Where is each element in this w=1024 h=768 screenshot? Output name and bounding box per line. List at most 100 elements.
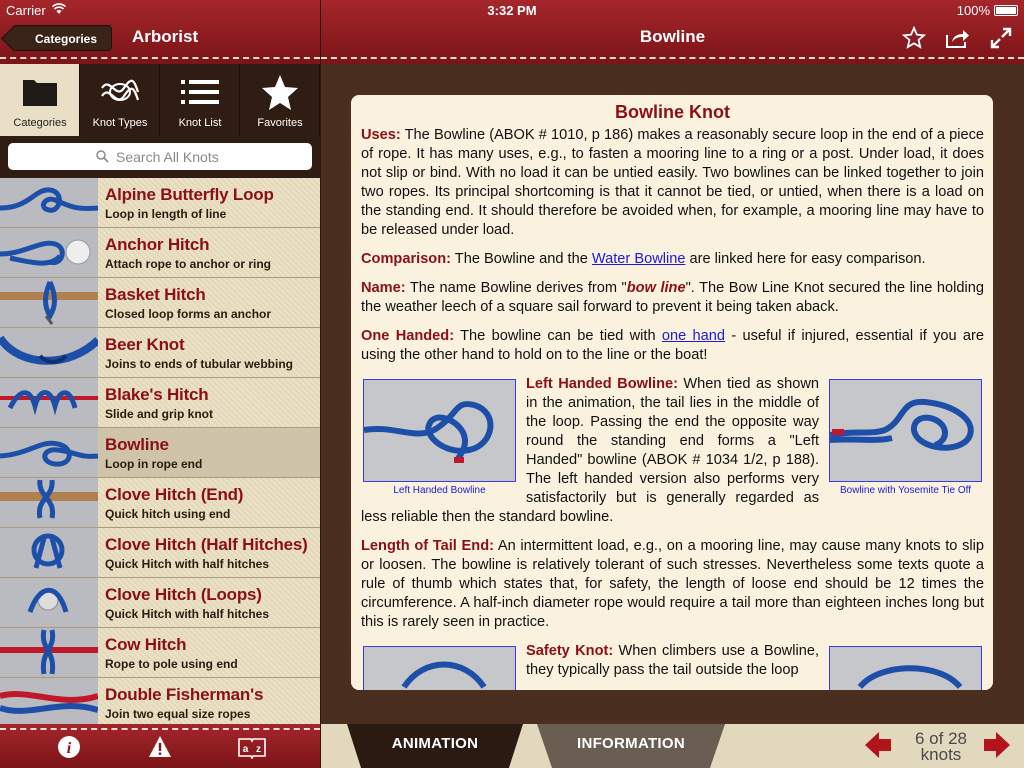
- bottom-left-toolbar: i az: [0, 724, 320, 768]
- one-handed-label: One Handed:: [361, 328, 455, 344]
- water-bowline-link[interactable]: Water Bowline: [592, 251, 686, 267]
- animation-tab[interactable]: ANIMATION: [347, 724, 523, 768]
- left-nav-title: Arborist: [132, 27, 199, 46]
- one-handed-paragraph: One Handed: The bowline can be tied with…: [361, 327, 984, 365]
- left-handed-bowline-figure[interactable]: Left Handed Bowline: [363, 379, 516, 497]
- comparison-paragraph: Comparison: The Bowline and the Water Bo…: [361, 250, 984, 269]
- info-icon[interactable]: i: [57, 735, 81, 759]
- knot-list-item[interactable]: Clove Hitch (Loops) Quick Hitch with half…: [0, 578, 320, 628]
- knot-heading: Bowline Knot: [615, 102, 730, 122]
- knot-thumbnail: [0, 428, 98, 477]
- left-handed-label: Left Handed Bowline:: [526, 376, 678, 392]
- yosemite-bowline-figure[interactable]: Bowline with Yosemite Tie Off: [829, 379, 982, 497]
- safety-knot-figure[interactable]: [363, 646, 516, 690]
- knot-list-item[interactable]: Alpine Butterfly Loop Loop in length of l…: [0, 178, 320, 228]
- knot-list-item[interactable]: Beer Knot Joins to ends of tubular webbin…: [0, 328, 320, 378]
- name-label: Name:: [361, 280, 406, 296]
- svg-text:a: a: [243, 744, 249, 755]
- name-paragraph: Name: The name Bowline derives from "bow…: [361, 279, 984, 317]
- tab-label: Knot Types: [92, 117, 148, 129]
- knot-subtitle: Quick Hitch with half hitches: [105, 557, 270, 571]
- tab-label: Categories: [13, 117, 67, 129]
- knot-list-item[interactable]: Blake's Hitch Slide and grip knot: [0, 378, 320, 428]
- bottom-right-toolbar: ANIMATION INFORMATION 6 of 28 knots: [321, 724, 1024, 768]
- knot-thumbnail: [0, 678, 98, 724]
- search-icon: [96, 150, 109, 163]
- comparison-label: Comparison:: [361, 251, 451, 267]
- tab-favorites[interactable]: Favorites: [240, 64, 320, 136]
- previous-arrow-icon[interactable]: [865, 730, 891, 760]
- comparison-text-end: are linked here for easy comparison.: [685, 251, 926, 267]
- knot-list-item[interactable]: Bowline Loop in rope end: [0, 428, 320, 478]
- uses-label: Uses:: [361, 127, 401, 143]
- knot-subtitle: Quick Hitch with half hitches: [105, 607, 270, 621]
- figure-caption: Bowline with Yosemite Tie Off: [840, 485, 971, 496]
- knot-subtitle: Loop in length of line: [105, 207, 227, 221]
- tail-length-paragraph: Length of Tail End: An intermittent load…: [361, 537, 984, 632]
- one-hand-link[interactable]: one hand: [662, 328, 725, 344]
- knot-title: Bowline: [105, 435, 169, 454]
- knot-title: Clove Hitch (Loops): [105, 585, 262, 604]
- pane-divider: [320, 0, 321, 768]
- favorite-star-icon[interactable]: [901, 26, 927, 50]
- knot-list: Alpine Butterfly Loop Loop in length of l…: [0, 178, 320, 724]
- knot-title: Double Fisherman's: [105, 685, 264, 704]
- tail-length-label: Length of Tail End:: [361, 538, 494, 554]
- knot-list-item[interactable]: Clove Hitch (End) Quick hitch using end: [0, 478, 320, 528]
- knot-icon: [101, 79, 140, 101]
- name-emphasis: bow line: [626, 280, 686, 296]
- knot-list-item[interactable]: Double Fisherman's Join two equal size ro…: [0, 678, 320, 724]
- tab-knot-types[interactable]: Knot Types: [80, 64, 160, 136]
- safety-knot-photo-right: [829, 646, 982, 690]
- star-icon: [262, 75, 298, 110]
- tab-label: Knot List: [178, 117, 222, 129]
- search-bar[interactable]: [8, 143, 312, 170]
- knot-list-item[interactable]: Cow Hitch Rope to pole using end: [0, 628, 320, 678]
- knot-subtitle: Quick hitch using end: [105, 507, 231, 521]
- svg-text:i: i: [67, 740, 72, 757]
- one-handed-text: The bowline can be tied with: [454, 328, 662, 344]
- information-tab[interactable]: INFORMATION: [537, 724, 725, 768]
- list-icon: [181, 80, 219, 104]
- knot-thumbnail: [0, 178, 98, 227]
- safety-knot-label: Safety Knot:: [526, 643, 614, 659]
- categories-back-button[interactable]: Categories: [12, 25, 113, 51]
- knot-thumbnail: [0, 478, 98, 527]
- knot-list-item[interactable]: Anchor Hitch Attach rope to anchor or rin…: [0, 228, 320, 278]
- clock: 3:32 PM: [487, 3, 537, 18]
- knot-thumbnail: [0, 378, 98, 427]
- knot-thumbnail: [0, 528, 98, 577]
- safety-knot-figure-right[interactable]: [829, 646, 982, 690]
- search-input[interactable]: [116, 143, 306, 170]
- battery-icon: [994, 5, 1018, 16]
- knot-subtitle: Join two equal size ropes: [105, 707, 251, 721]
- knot-thumbnail: [0, 278, 98, 327]
- expand-icon[interactable]: [988, 26, 1014, 50]
- knot-title: Cow Hitch: [105, 635, 187, 654]
- knot-list-item[interactable]: Clove Hitch (Half Hitches) Quick Hitch wi…: [0, 528, 320, 578]
- next-arrow-icon[interactable]: [984, 730, 1010, 760]
- knot-title: Anchor Hitch: [105, 235, 210, 254]
- tab-knot-list[interactable]: Knot List: [160, 64, 240, 136]
- svg-text:z: z: [256, 744, 261, 755]
- search-area: [0, 136, 320, 178]
- knot-subtitle: Closed loop forms an anchor: [105, 307, 272, 321]
- dictionary-icon[interactable]: az: [238, 735, 266, 759]
- left-handed-bowline-photo: [363, 379, 516, 482]
- share-icon[interactable]: [944, 26, 970, 50]
- knot-subtitle: Rope to pole using end: [105, 657, 238, 671]
- knot-title: Blake's Hitch: [105, 385, 209, 404]
- uses-paragraph: Uses: The Bowline (ABOK # 1010, p 186) m…: [361, 126, 984, 240]
- knot-thumbnail: [0, 328, 98, 377]
- name-text: The name Bowline derives from ": [405, 280, 627, 296]
- safety-knot-photo: [363, 646, 516, 690]
- tab-label: Favorites: [257, 117, 303, 129]
- knot-thumbnail: [0, 628, 98, 677]
- comparison-text: The Bowline and the: [451, 251, 592, 267]
- knot-title: Basket Hitch: [105, 285, 206, 304]
- figure-caption: Left Handed Bowline: [393, 485, 486, 496]
- knot-list-item[interactable]: Basket Hitch Closed loop forms an anchor: [0, 278, 320, 328]
- warning-icon[interactable]: [148, 735, 172, 759]
- tab-categories[interactable]: Categories: [0, 64, 80, 136]
- uses-text: The Bowline (ABOK # 1010, p 186) makes a…: [361, 127, 984, 238]
